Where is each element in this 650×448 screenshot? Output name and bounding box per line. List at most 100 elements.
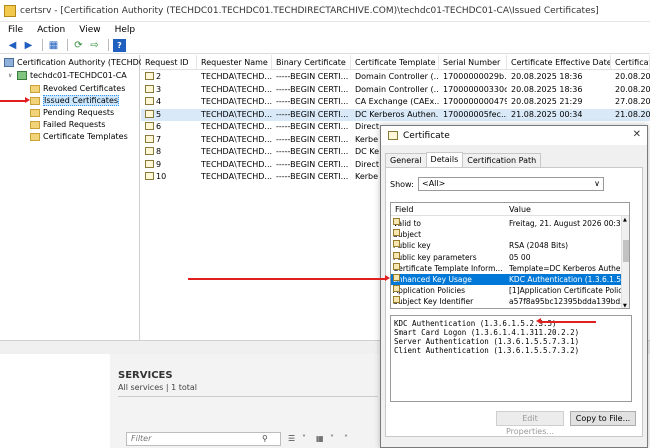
column-serial-number[interactable]: Serial Number <box>439 55 507 70</box>
field-row[interactable]: Application Policies [1]Application Certi… <box>391 285 623 296</box>
field-row[interactable]: Subject Key Identifier a57f8a95bc12395bdd… <box>391 296 623 307</box>
tree-item-pending-requests[interactable]: Pending Requests <box>30 107 114 118</box>
table-cell: 20.08.2025 21:29 <box>507 96 611 109</box>
field-row[interactable]: Enhanced Key Usage KDC Authentication (1.… <box>391 274 623 285</box>
cell-text: Direct <box>355 159 379 169</box>
table-cell: -----BEGIN CERTI... <box>272 96 351 109</box>
copy-to-file-button[interactable]: Copy to File... <box>570 411 636 426</box>
field-row[interactable]: Certificate Template Inform... Template=D… <box>391 262 623 274</box>
column-field[interactable]: Field <box>395 203 413 216</box>
field-grid-scrollbar[interactable]: ▲ ▼ <box>621 216 629 308</box>
column-effective-date[interactable]: Certificate Effective Date <box>507 55 611 70</box>
column-binary-certificate[interactable]: Binary Certificate <box>272 55 351 70</box>
field-name: Certificate Template Inform... <box>393 262 507 274</box>
table-cell: -----BEGIN CERTI... <box>272 109 351 122</box>
tree-item-certificate-templates[interactable]: Certificate Templates <box>30 131 128 142</box>
table-cell: TECHDA\TECHD... <box>197 171 272 184</box>
search-icon[interactable]: ⚲ <box>262 434 268 443</box>
table-cell: -----BEGIN CERTI... <box>272 159 351 172</box>
tree-item-revoked-certificates[interactable]: Revoked Certificates <box>30 83 125 94</box>
edit-properties-button[interactable]: Edit Properties... <box>496 411 564 436</box>
tree-root[interactable]: Certification Authority (TECHDC0 <box>4 57 149 68</box>
refresh-icon[interactable]: ⟳ <box>72 39 85 52</box>
table-cell: 2 <box>141 71 197 84</box>
menu-file[interactable]: File <box>8 25 23 35</box>
field-value: Template=DC Kerberos Authe... <box>509 263 623 273</box>
show-select[interactable]: <All> ∨ <box>418 177 604 191</box>
forward-arrow-icon[interactable]: ▶ <box>22 39 35 52</box>
field-icon <box>393 240 400 248</box>
tree-ca-node[interactable]: ∨ techdc01-TECHDC01-CA <box>8 70 127 81</box>
field-name: Public key <box>393 240 507 251</box>
scroll-up-icon[interactable]: ▲ <box>623 217 627 223</box>
tab-general[interactable]: General <box>385 153 427 167</box>
window-titlebar: certsrv - [Certification Authority (TECH… <box>0 0 650 22</box>
table-row[interactable]: 5 TECHDA\TECHD... -----BEGIN CERTI... DC Ke… <box>141 108 650 122</box>
cell-text: TECHDA\TECHD... <box>201 122 272 131</box>
menu-action[interactable]: Action <box>37 25 65 35</box>
dropdown-chevron-icon[interactable]: ˅ <box>302 434 306 443</box>
tab-certification-path[interactable]: Certification Path <box>462 153 542 167</box>
table-cell: 17000000004793... <box>439 96 507 109</box>
field-icon <box>393 262 400 270</box>
column-certificate-expiration[interactable]: Certificate <box>611 55 650 70</box>
field-row[interactable]: Public key RSA (2048 Bits) <box>391 240 623 251</box>
table-row[interactable]: 3 TECHDA\TECHD... -----BEGIN CERTI... Domai… <box>141 84 650 97</box>
tree-item-issued-certificates[interactable]: Issued Certificates <box>30 95 120 106</box>
back-arrow-icon[interactable]: ◀ <box>6 39 19 52</box>
toolbar-separator <box>108 39 109 51</box>
details-tab-body: Show: <All> ∨ Field Value Valid to Freita… <box>385 167 643 437</box>
column-requester-name[interactable]: Requester Name <box>197 55 272 70</box>
field-value: RSA (2048 Bits) <box>509 241 569 251</box>
ca-server-icon <box>17 71 27 80</box>
field-name: Application Policies <box>393 285 507 296</box>
show-label: Show: <box>390 180 414 189</box>
table-row[interactable]: 2 TECHDA\TECHD... -----BEGIN CERTI... Domai… <box>141 71 650 84</box>
field-row[interactable]: Public key parameters 05 00 <box>391 251 623 263</box>
scroll-down-icon[interactable]: ▼ <box>623 303 627 308</box>
field-row[interactable]: Valid to Freitag, 21. August 2026 00:3... <box>391 218 623 229</box>
certificate-icon <box>388 131 398 140</box>
cell-text: DC Kerberos Authen... <box>355 109 439 119</box>
dropdown-chevron-icon[interactable]: ˅ <box>330 434 334 443</box>
cell-text: -----BEGIN CERTI... <box>276 84 349 94</box>
value-detail-box[interactable]: KDC Authentication (1.3.6.1.5.2.3.5) Sma… <box>390 315 632 402</box>
column-certificate-template[interactable]: Certificate Template <box>351 55 439 70</box>
cell-text: 21.08.2025 00:34 <box>511 109 583 119</box>
table-row[interactable]: 4 TECHDA\TECHD... -----BEGIN CERTI... CA Ex… <box>141 96 650 109</box>
close-icon[interactable]: ✕ <box>633 129 641 140</box>
field-row[interactable]: Subject <box>391 229 623 240</box>
console-tree: Certification Authority (TECHDC0 ∨ techd… <box>0 55 149 340</box>
list-view-icon[interactable]: ☰ <box>288 434 295 443</box>
field-name-text: Certificate Template Inform... <box>393 263 503 273</box>
export-list-icon[interactable]: ⇨ <box>88 39 101 52</box>
folder-icon <box>30 132 40 141</box>
menu-bar: File Action View Help <box>0 22 650 37</box>
table-cell: TECHDA\TECHD... <box>197 146 272 159</box>
expand-icon[interactable]: ˄ <box>344 434 348 443</box>
cell-text: -----BEGIN CERTI... <box>276 97 349 106</box>
dialog-titlebar: Certificate ✕ <box>381 126 647 145</box>
table-cell: -----BEGIN CERTI... <box>272 171 351 184</box>
cell-text: 8 <box>156 147 162 156</box>
cell-text: 20.08.2025 21:29 <box>511 97 583 106</box>
menu-help[interactable]: Help <box>115 25 136 35</box>
column-request-id[interactable]: Request ID <box>141 55 197 70</box>
menu-view[interactable]: View <box>79 25 100 35</box>
certificate-icon <box>145 172 154 180</box>
collapse-chevron-icon[interactable]: ∨ <box>8 72 15 79</box>
show-hide-tree-icon[interactable]: ▦ <box>47 39 60 52</box>
cell-text: Kerbe <box>355 134 379 144</box>
services-filter-input[interactable]: Filter <box>126 432 281 446</box>
services-panel: SERVICES All services | 1 total Filter ⚲… <box>110 354 390 448</box>
table-cell: 4 <box>141 96 197 109</box>
field-name-text: Subject Key Identifier <box>393 297 474 307</box>
tab-details[interactable]: Details <box>425 152 464 167</box>
cell-text: 170000005fec... <box>443 109 507 119</box>
tree-item-failed-requests[interactable]: Failed Requests <box>30 119 105 130</box>
scroll-thumb[interactable] <box>623 240 629 262</box>
column-value[interactable]: Value <box>509 203 531 216</box>
help-icon[interactable]: ? <box>113 38 126 52</box>
field-name: Valid to <box>393 218 507 229</box>
tiles-view-icon[interactable]: ▦ <box>316 434 324 443</box>
